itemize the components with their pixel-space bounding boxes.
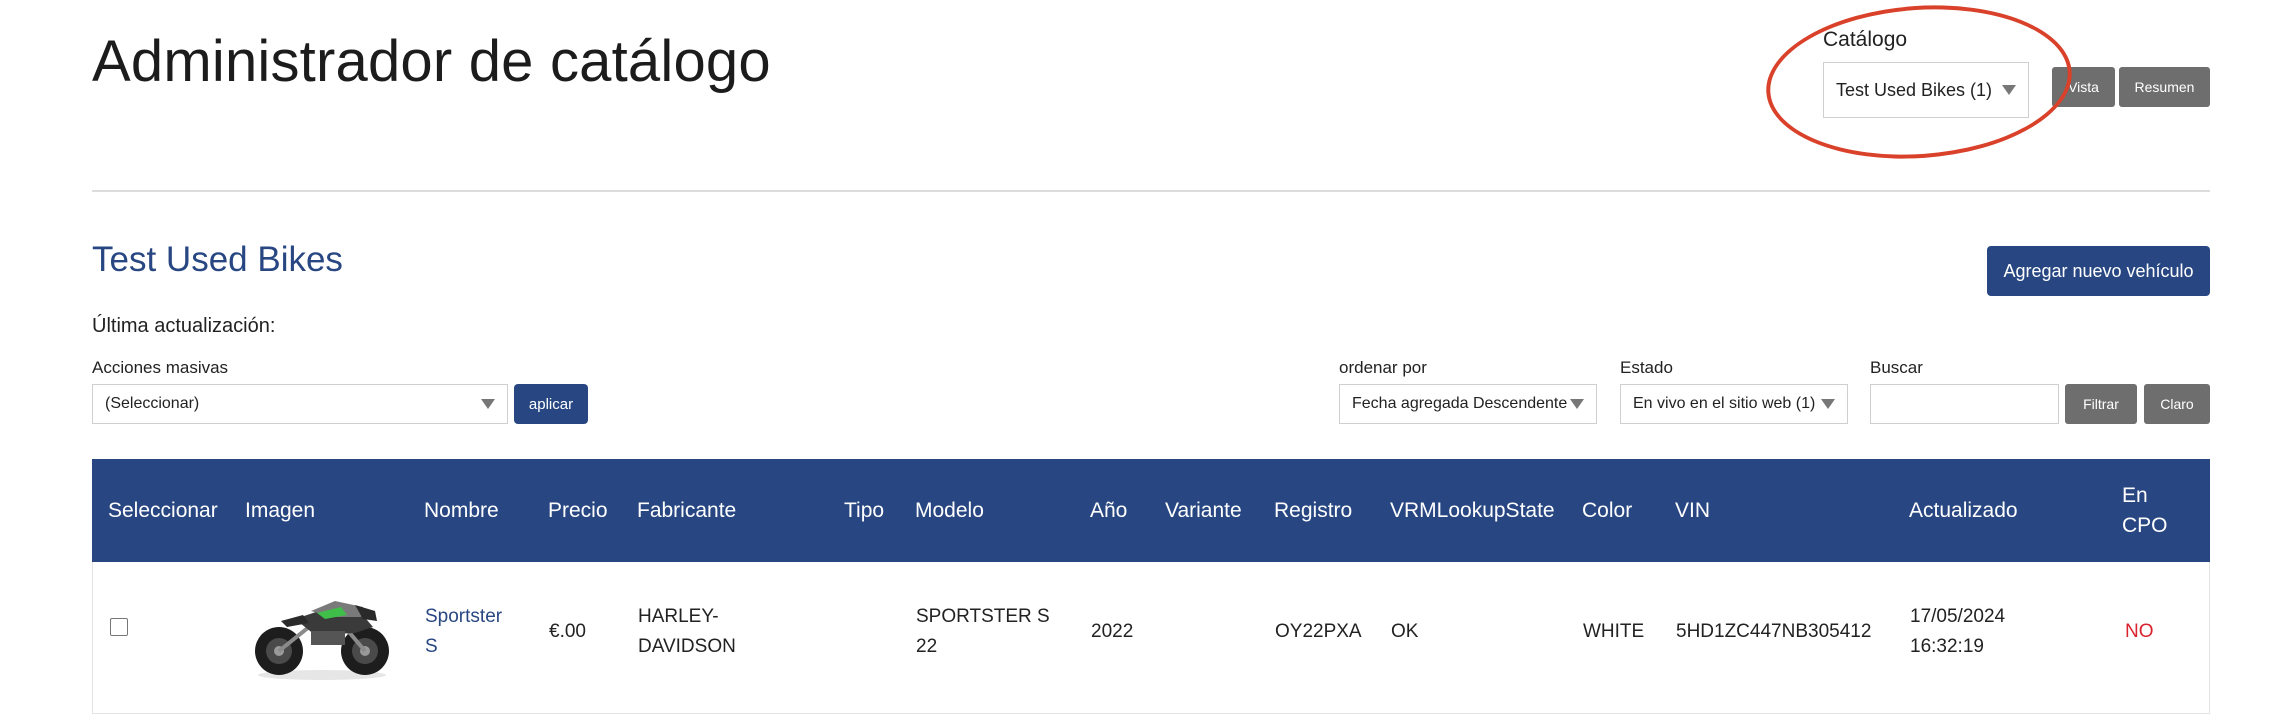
clear-button[interactable]: Claro <box>2144 384 2210 424</box>
row-color: WHITE <box>1583 621 1645 642</box>
bulk-actions-label: Acciones masivas <box>92 358 229 377</box>
sort-label: ordenar por <box>1339 358 1427 377</box>
column-header-color[interactable]: Color <box>1582 495 1632 526</box>
motorcycle-thumbnail[interactable] <box>251 587 393 683</box>
row-maker-line2: DAVIDSON <box>638 636 736 657</box>
bulk-actions-select[interactable]: (Seleccionar) <box>92 384 508 424</box>
column-header-price[interactable]: Precio <box>548 495 608 526</box>
row-price: €.00 <box>549 621 586 642</box>
column-header-model[interactable]: Modelo <box>915 495 984 526</box>
table-body: Sportster S €.00 HARLEY- DAVIDSON SPORTS… <box>92 562 2210 714</box>
chevron-down-icon <box>481 399 495 409</box>
last-update-label: Última actualización: <box>92 315 276 337</box>
row-model-line1: SPORTSTER S <box>916 606 1050 627</box>
column-header-vrm-state[interactable]: VRMLookupState <box>1390 495 1555 526</box>
row-year: 2022 <box>1091 621 1134 642</box>
column-header-name[interactable]: Nombre <box>424 495 499 526</box>
vehicle-table: Seleccionar Imagen Nombre Precio Fabrica… <box>92 459 2210 714</box>
column-header-registration[interactable]: Registro <box>1274 495 1352 526</box>
catalog-section-title: Test Used Bikes <box>92 240 343 279</box>
bulk-actions-value: (Seleccionar) <box>105 395 200 412</box>
column-header-select: Seleccionar <box>108 499 218 522</box>
apply-button[interactable]: aplicar <box>514 384 588 424</box>
sort-select[interactable]: Fecha agregada Descendente <box>1339 384 1597 424</box>
row-vrm-state: OK <box>1391 621 1419 642</box>
chevron-down-icon <box>1821 399 1835 409</box>
state-value: En vivo en el sitio web (1) <box>1633 395 1816 412</box>
column-header-image: Imagen <box>245 499 316 522</box>
row-model-line2: 22 <box>916 636 938 657</box>
row-vin: 5HD1ZC447NB305412 <box>1676 621 1872 642</box>
row-registration: OY22PXA <box>1275 621 1362 642</box>
highlight-circle <box>1761 0 2077 169</box>
page-title: Administrador de catálogo <box>92 29 771 94</box>
row-updated-time: 16:32:19 <box>1910 636 1984 657</box>
table-header: Seleccionar Imagen Nombre Precio Fabrica… <box>92 459 2210 562</box>
row-select-checkbox[interactable] <box>110 618 128 636</box>
search-input[interactable] <box>1870 384 2059 424</box>
row-name-line1[interactable]: Sportster <box>425 602 502 632</box>
column-header-maker[interactable]: Fabricante <box>637 495 736 526</box>
row-maker-line1: HARLEY- <box>638 606 719 627</box>
state-label: Estado <box>1620 358 1673 377</box>
summary-button[interactable]: Resumen <box>2119 67 2210 107</box>
column-header-cpo-line2[interactable]: CPO <box>2122 510 2168 541</box>
search-label: Buscar <box>1870 358 1923 377</box>
row-cpo-status: NO <box>2125 621 2154 642</box>
sort-value: Fecha agregada Descendente <box>1352 395 1568 412</box>
column-header-cpo-line1[interactable]: En <box>2122 480 2148 511</box>
chevron-down-icon <box>1570 399 1584 409</box>
row-name-line2[interactable]: S <box>425 632 438 662</box>
column-header-year[interactable]: Año <box>1090 495 1127 526</box>
state-select[interactable]: En vivo en el sitio web (1) <box>1620 384 1848 424</box>
column-header-variant[interactable]: Variante <box>1165 495 1242 526</box>
column-header-vin[interactable]: VIN <box>1675 495 1710 526</box>
add-vehicle-button[interactable]: Agregar nuevo vehículo <box>1987 246 2210 296</box>
header-divider <box>92 190 2210 192</box>
filter-button[interactable]: Filtrar <box>2065 384 2137 424</box>
row-updated-date: 17/05/2024 <box>1910 606 2006 627</box>
column-header-updated[interactable]: Actualizado <box>1909 495 2018 526</box>
column-header-type[interactable]: Tipo <box>844 495 884 526</box>
